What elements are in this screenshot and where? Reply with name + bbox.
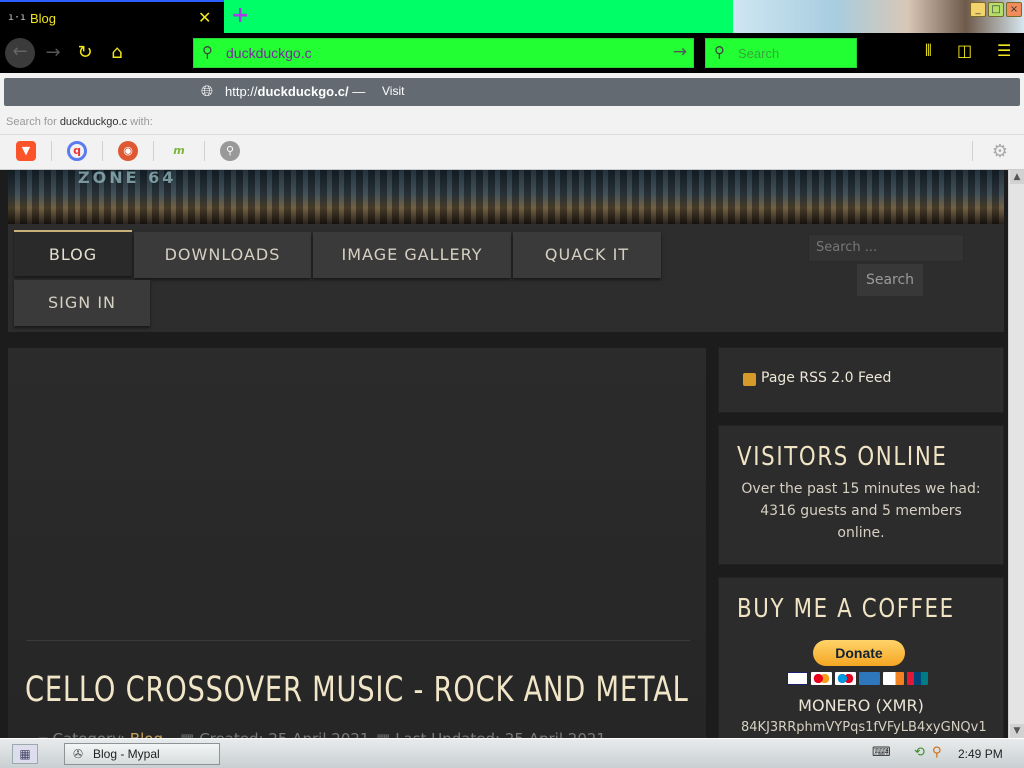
home-button[interactable]: ⌂ bbox=[102, 39, 132, 67]
maestro-icon bbox=[835, 672, 856, 685]
back-button[interactable]: ← bbox=[5, 38, 35, 68]
tab-close-icon[interactable]: ✕ bbox=[198, 8, 211, 27]
rss-feed-link[interactable]: Page RSS 2.0 Feed bbox=[761, 370, 891, 386]
crypto-address[interactable]: 84KJ3RRphmVYPqs1fVFyLB4xyGNQv1 bbox=[741, 720, 987, 735]
tab-strip: ı·ı Blog ✕ + _ □ × bbox=[0, 0, 1024, 33]
donate-button[interactable]: Donate bbox=[813, 640, 905, 666]
engine-divider bbox=[972, 141, 973, 161]
tab-blog[interactable]: ı·ı Blog ✕ bbox=[0, 0, 224, 33]
nav-toolbar: ← → ↻ ⌂ ⚲ duckduckgo.c → ⚲ Search ⫴ ◫ ☰ bbox=[0, 33, 1024, 73]
rss-icon bbox=[743, 373, 756, 386]
menu-blog[interactable]: BLOG bbox=[14, 230, 132, 276]
article-created: ▦Created: 25 April 2021 bbox=[180, 730, 369, 738]
web-page: ZONE 64 BLOG DOWNLOADS IMAGE GALLERY QUA… bbox=[0, 170, 1008, 738]
site-menu: BLOG DOWNLOADS IMAGE GALLERY QUACK IT SI… bbox=[8, 224, 1004, 332]
discover-icon bbox=[883, 672, 904, 685]
system-tray: ⌨ ⟲ ⚲ 2:49 PM bbox=[868, 742, 1024, 766]
qwant-engine-icon[interactable]: q bbox=[67, 141, 87, 161]
suggestion-url: http://duckduckgo.c/ — bbox=[225, 84, 366, 99]
taskbar-item-browser[interactable]: ✇ Blog - Mypal bbox=[64, 743, 220, 765]
url-autocomplete-popup: 🌐︎ http://duckduckgo.c/ — Visit Search f… bbox=[0, 73, 1024, 170]
site-search-button[interactable]: Search bbox=[857, 264, 923, 296]
mypal-app-icon: ✇ bbox=[73, 747, 84, 761]
theme-background: _ □ × bbox=[733, 0, 1024, 33]
keyboard-icon[interactable]: ⌨ bbox=[872, 745, 891, 760]
menu-image-gallery[interactable]: IMAGE GALLERY bbox=[313, 232, 511, 278]
amex-icon bbox=[859, 672, 880, 685]
engine-divider bbox=[204, 141, 205, 161]
search-for-label: Search for duckduckgo.c with: bbox=[6, 116, 153, 128]
tab-title: Blog bbox=[30, 11, 57, 26]
screen: ı·ı Blog ✕ + _ □ × ← → ↻ ⌂ ⚲ duckduckgo.… bbox=[0, 0, 1024, 768]
os-taskbar: ▦ ✇ Blog - Mypal ⌨ ⟲ ⚲ 2:49 PM bbox=[0, 738, 1024, 768]
site-search-input[interactable]: Search ... bbox=[808, 234, 964, 262]
crypto-name: MONERO (XMR) bbox=[798, 696, 924, 715]
url-input[interactable]: duckduckgo.c bbox=[226, 45, 312, 61]
maximize-button[interactable]: □ bbox=[988, 2, 1004, 17]
search-tray-icon[interactable]: ⚲ bbox=[932, 745, 942, 760]
searx-engine-icon[interactable]: ⚲ bbox=[220, 141, 240, 161]
sidebar-icon[interactable]: ◫ bbox=[957, 41, 972, 60]
scroll-down-icon[interactable]: ▼ bbox=[1010, 724, 1024, 738]
folder-icon: ▰ bbox=[36, 730, 48, 738]
library-icon[interactable]: ⫴ bbox=[925, 41, 932, 61]
visitors-text: Over the past 15 minutes we had: 4316 gu… bbox=[741, 481, 981, 541]
mastercard-icon bbox=[811, 672, 832, 685]
menu-quack-it[interactable]: QUACK IT bbox=[513, 232, 661, 278]
engine-divider bbox=[102, 141, 103, 161]
url-bar[interactable]: ⚲ duckduckgo.c → bbox=[193, 38, 694, 68]
close-window-button[interactable]: × bbox=[1006, 2, 1022, 17]
new-tab-button[interactable]: + bbox=[231, 3, 249, 28]
duckduckgo-engine-icon[interactable]: ◉ bbox=[118, 141, 138, 161]
menu-sign-in[interactable]: SIGN IN bbox=[14, 280, 150, 326]
window-controls: _ □ × bbox=[970, 2, 1022, 17]
rss-widget: Page RSS 2.0 Feed bbox=[719, 348, 1003, 412]
mojeek-engine-icon[interactable]: m bbox=[169, 141, 189, 161]
category-link[interactable]: Blog bbox=[130, 730, 163, 738]
network-icon[interactable]: ⟲ bbox=[914, 745, 925, 760]
site-logo[interactable]: ZONE 64 bbox=[78, 170, 176, 187]
article-category: ▰Category: Blog bbox=[36, 730, 163, 738]
coffee-widget: BUY ME A COFFEE Donate MONERO (XMR) 84KJ… bbox=[719, 578, 1003, 738]
search-icon: ⚲ bbox=[714, 43, 725, 61]
menu-icon[interactable]: ☰ bbox=[997, 41, 1011, 60]
engine-divider bbox=[51, 141, 52, 161]
suggestion-action: Visit bbox=[382, 84, 405, 98]
forward-button[interactable]: → bbox=[38, 39, 68, 67]
globe-icon: 🌐︎ bbox=[201, 82, 214, 100]
taskbar-item-label: Blog - Mypal bbox=[93, 747, 160, 761]
brave-engine-icon[interactable]: ▼ bbox=[16, 141, 36, 161]
payment-cards bbox=[787, 672, 928, 685]
unionpay-icon bbox=[907, 672, 928, 685]
divider bbox=[26, 640, 690, 641]
menu-downloads[interactable]: DOWNLOADS bbox=[134, 232, 311, 278]
suggestion-visit-row[interactable]: 🌐︎ http://duckduckgo.c/ — Visit bbox=[4, 78, 1020, 106]
scroll-up-icon[interactable]: ▲ bbox=[1010, 170, 1024, 184]
visitors-widget: VISITORS ONLINE Over the past 15 minutes… bbox=[719, 426, 1003, 564]
article-title[interactable]: CELLO CROSSOVER MUSIC - ROCK AND METAL bbox=[25, 670, 689, 710]
minimize-button[interactable]: _ bbox=[970, 2, 986, 17]
search-engine-row: ▼ q ◉ m ⚲ ⚙ bbox=[0, 134, 1024, 168]
article-updated: ▦Last Updated: 25 April 2021 bbox=[376, 730, 606, 738]
clock: 2:49 PM bbox=[958, 747, 1003, 761]
page-scrollbar[interactable]: ▲ ▼ bbox=[1008, 170, 1024, 738]
site-favicon-icon: ı·ı bbox=[8, 12, 27, 23]
visa-icon bbox=[787, 672, 808, 685]
engine-divider bbox=[153, 141, 154, 161]
search-bar[interactable]: ⚲ Search bbox=[705, 38, 857, 68]
gear-icon[interactable]: ⚙ bbox=[992, 141, 1008, 162]
calendar-icon: ▦ bbox=[180, 730, 194, 738]
coffee-title: BUY ME A COFFEE bbox=[737, 594, 955, 624]
go-arrow-icon[interactable]: → bbox=[673, 42, 687, 62]
article-area: CELLO CROSSOVER MUSIC - ROCK AND METAL ▰… bbox=[8, 348, 706, 738]
reload-button[interactable]: ↻ bbox=[70, 39, 100, 67]
start-menu-button[interactable]: ▦ bbox=[12, 744, 38, 764]
site-banner: ZONE 64 bbox=[8, 170, 1004, 224]
visitors-title: VISITORS ONLINE bbox=[737, 442, 948, 472]
search-bar-placeholder[interactable]: Search bbox=[738, 46, 779, 61]
search-icon: ⚲ bbox=[202, 43, 213, 61]
calendar-icon: ▦ bbox=[376, 730, 390, 738]
